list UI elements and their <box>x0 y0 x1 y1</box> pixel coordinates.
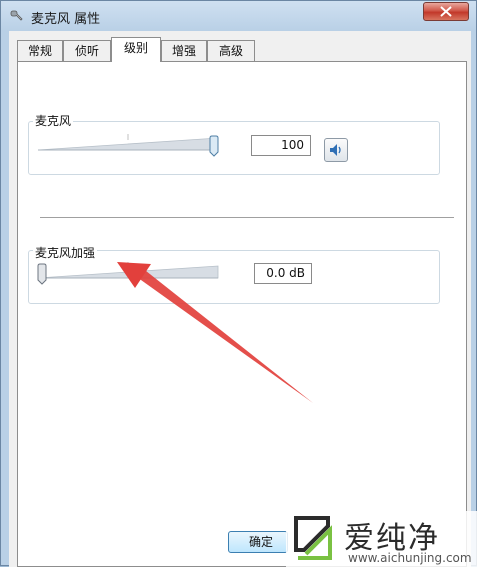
ok-button[interactable]: 确定 <box>228 531 288 553</box>
microphone-slider-thumb[interactable] <box>209 135 219 157</box>
microphone-boost-value[interactable]: 0.0 dB <box>254 263 312 284</box>
tab-enhancements[interactable]: 增强 <box>161 40 207 61</box>
close-icon <box>440 6 452 17</box>
microphone-boost-slider-thumb[interactable] <box>37 263 47 285</box>
microphone-boost-slider[interactable] <box>34 260 222 286</box>
microphone-level-value[interactable]: 100 <box>251 135 311 156</box>
microphone-boost-label: 麦克风加强 <box>33 244 98 261</box>
mute-button[interactable] <box>324 138 348 162</box>
tab-listen[interactable]: 侦听 <box>63 40 111 61</box>
title-bar[interactable]: 麦克风 属性 <box>1 1 477 31</box>
watermark-url: www.aichunjing.com <box>348 551 472 565</box>
close-button[interactable] <box>423 2 469 21</box>
watermark: 爱纯净 www.aichunjing.com <box>286 511 477 567</box>
properties-window: 麦克风 属性 常规 侦听 级别 增强 高级 麦克风 100 麦克风加强 0.0 … <box>0 0 477 567</box>
microphone-icon <box>10 10 23 21</box>
dialog-client-area: 常规 侦听 级别 增强 高级 麦克风 100 麦克风加强 0.0 dB 确定 <box>9 31 471 567</box>
section-divider <box>40 217 454 218</box>
tab-general[interactable]: 常规 <box>17 40 63 61</box>
aichunjing-logo-icon <box>294 516 332 560</box>
microphone-slider[interactable] <box>34 132 222 158</box>
tab-advanced[interactable]: 高级 <box>207 40 255 61</box>
microphone-label: 麦克风 <box>33 112 74 129</box>
speaker-icon <box>330 144 341 156</box>
window-title: 麦克风 属性 <box>31 12 101 27</box>
levels-tab-page: 麦克风 100 麦克风加强 0.0 dB <box>17 61 467 567</box>
tab-levels[interactable]: 级别 <box>111 37 161 62</box>
